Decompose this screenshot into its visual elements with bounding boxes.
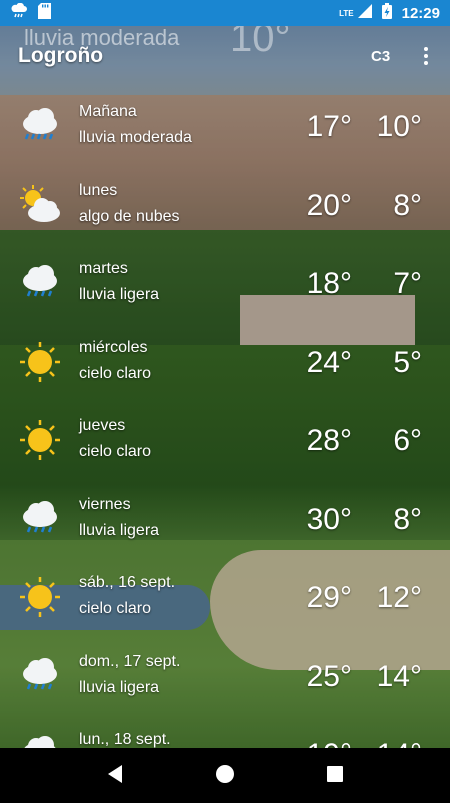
forecast-low: 10° [376, 110, 422, 143]
forecast-high: 28° [306, 424, 352, 457]
forecast-row[interactable]: viernes lluvia ligera 30° 8° [0, 489, 450, 568]
sun-icon [18, 418, 62, 462]
app-header: lluvia moderada 10° Logroño C3 [0, 16, 450, 72]
forecast-row[interactable]: sáb., 16 sept. cielo claro 29° 12° [0, 567, 450, 646]
forecast-low: 8° [393, 188, 422, 222]
forecast-condition: lluvia ligera [79, 286, 160, 303]
forecast-low: 7° [393, 267, 422, 300]
forecast-high: 25° [306, 659, 352, 693]
more-vert-icon[interactable] [418, 44, 434, 68]
rain-icon [18, 497, 62, 541]
forecast-high: 29° [306, 581, 352, 614]
forecast-high: 17° [306, 110, 352, 143]
forecast-day: dom., 17 sept. [79, 652, 181, 670]
forecast-high: 18° [306, 267, 352, 300]
forecast-day: sáb., 16 sept. [79, 574, 176, 591]
sd-card-icon [38, 2, 51, 24]
forecast-high: 24° [306, 345, 352, 379]
partly-cloudy-icon [18, 183, 62, 227]
forecast-low: 8° [393, 502, 422, 536]
forecast-low: 6° [393, 424, 422, 457]
forecast-condition: cielo claro [79, 443, 152, 460]
cloud-rain-icon [10, 2, 28, 24]
forecast-day: Mañana [79, 103, 137, 120]
forecast-condition: cielo claro [79, 600, 152, 617]
forecast-condition: lluvia ligera [79, 678, 160, 696]
unit-toggle[interactable]: C3 [371, 48, 390, 65]
rain-icon [18, 104, 62, 148]
network-label: LTE [339, 8, 354, 18]
forecast-day: martes [79, 260, 128, 277]
forecast-low: 5° [393, 345, 422, 379]
forecast-low: 14° [376, 659, 422, 693]
forecast-row[interactable]: lunes algo de nubes 20° 8° [0, 175, 450, 254]
sun-icon [18, 340, 62, 384]
home-icon[interactable] [205, 754, 245, 794]
city-title[interactable]: Logroño [18, 44, 103, 68]
forecast-condition: algo de nubes [79, 207, 180, 225]
forecast-row[interactable]: Mañana lluvia moderada 17° 10° [0, 96, 450, 175]
forecast-low: 12° [376, 581, 422, 614]
forecast-day: miércoles [79, 338, 148, 356]
forecast-day: viernes [79, 495, 131, 513]
forecast-condition: lluvia moderada [79, 129, 192, 146]
forecast-high: 20° [306, 188, 352, 222]
battery-charging-icon [381, 2, 392, 24]
rain-icon [18, 654, 62, 698]
forecast-row[interactable]: miércoles cielo claro 24° 5° [0, 332, 450, 411]
forecast-day: jueves [79, 417, 126, 434]
back-icon[interactable] [95, 754, 135, 794]
forecast-condition: lluvia ligera [79, 521, 160, 539]
status-time: 12:29 [401, 4, 440, 22]
sun-icon [18, 575, 62, 619]
forecast-day: lunes [79, 181, 118, 199]
forecast-list: Mañana lluvia moderada 17° 10° lunes alg… [0, 96, 450, 803]
forecast-high: 30° [306, 502, 352, 536]
forecast-row[interactable]: jueves cielo claro 28° 6° [0, 410, 450, 489]
navigation-bar [0, 748, 450, 800]
signal-icon [357, 3, 372, 23]
forecast-row[interactable]: martes lluvia ligera 18° 7° [0, 253, 450, 332]
forecast-row[interactable]: dom., 17 sept. lluvia ligera 25° 14° [0, 646, 450, 725]
forecast-day: lun., 18 sept. [79, 731, 171, 748]
rain-icon [18, 261, 62, 305]
recents-icon[interactable] [315, 754, 355, 794]
status-bar: LTE 12:29 [0, 0, 450, 26]
forecast-condition: cielo claro [79, 364, 152, 382]
